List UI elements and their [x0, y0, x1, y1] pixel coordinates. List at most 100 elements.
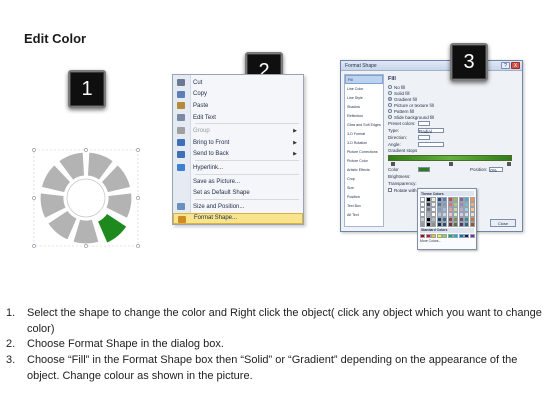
color-swatch[interactable] [420, 212, 425, 217]
close-icon[interactable]: X [511, 62, 520, 69]
color-swatch[interactable] [464, 212, 469, 217]
color-swatch[interactable] [425, 197, 431, 202]
nav-item-artistic-effects[interactable]: Artistic Effects [345, 165, 383, 174]
color-swatch[interactable] [469, 222, 475, 227]
nav-item-position[interactable]: Position [345, 192, 383, 201]
help-button[interactable]: ? [501, 62, 510, 69]
close-button[interactable]: Close [490, 219, 516, 227]
nav-item-crop[interactable]: Crop [345, 174, 383, 183]
color-swatch[interactable] [464, 202, 469, 207]
nav-item-shadow[interactable]: Shadow [345, 102, 383, 111]
color-picker-button[interactable] [418, 167, 430, 172]
menu-item-hyperlink[interactable]: Hyperlink... [173, 162, 303, 174]
color-swatch[interactable] [431, 207, 436, 212]
nav-item-text-box[interactable]: Text Box [345, 201, 383, 210]
color-swatch[interactable] [425, 212, 431, 217]
resize-handle[interactable] [136, 148, 140, 152]
resize-handle[interactable] [84, 244, 88, 248]
color-swatch[interactable] [469, 207, 475, 212]
color-swatch[interactable] [464, 207, 469, 212]
rotate-checkbox[interactable] [388, 188, 392, 192]
color-swatch[interactable] [436, 233, 442, 238]
color-swatch[interactable] [458, 222, 464, 227]
color-swatch[interactable] [420, 217, 425, 222]
nav-item-picture-corrections[interactable]: Picture Corrections [345, 147, 383, 156]
radio-button[interactable] [388, 109, 392, 113]
radio-button[interactable] [388, 97, 392, 101]
color-swatch[interactable] [431, 222, 436, 227]
color-swatch[interactable] [436, 222, 442, 227]
color-swatch[interactable] [458, 217, 464, 222]
menu-item-group[interactable]: Group ▶ [173, 125, 303, 137]
color-swatch[interactable] [469, 197, 475, 202]
radio-button[interactable] [388, 91, 392, 95]
menu-item-copy[interactable]: Copy [173, 89, 303, 101]
nav-item-picture-color[interactable]: Picture Color [345, 156, 383, 165]
color-swatch[interactable] [447, 197, 453, 202]
color-swatch[interactable] [469, 233, 475, 238]
color-swatch[interactable] [464, 197, 469, 202]
color-swatch[interactable] [464, 233, 469, 238]
color-swatch[interactable] [453, 217, 458, 222]
menu-item-edit-text[interactable]: Edit Text [173, 112, 303, 124]
radio-button[interactable] [388, 115, 392, 119]
nav-item-fill[interactable]: Fill [345, 75, 383, 84]
color-swatch[interactable] [420, 202, 425, 207]
resize-handle[interactable] [136, 244, 140, 248]
color-swatch[interactable] [420, 197, 425, 202]
menu-item-size-and-position[interactable]: Size and Position... [173, 201, 303, 213]
nav-item-reflection[interactable]: Reflection [345, 111, 383, 120]
color-swatch[interactable] [425, 233, 431, 238]
color-swatch[interactable] [420, 233, 425, 238]
resize-handle[interactable] [136, 196, 140, 200]
menu-item-paste[interactable]: Paste [173, 100, 303, 112]
resize-handle[interactable] [32, 148, 36, 152]
position-input[interactable]: 0% [489, 167, 504, 173]
nav-item-line-style[interactable]: Line Style [345, 93, 383, 102]
color-swatch[interactable] [420, 207, 425, 212]
resize-handle[interactable] [32, 196, 36, 200]
resize-handle[interactable] [84, 148, 88, 152]
direction-dropdown[interactable] [418, 135, 430, 140]
color-swatch[interactable] [436, 197, 442, 202]
nav-item-size[interactable]: Size [345, 183, 383, 192]
type-select[interactable]: Radial [418, 128, 444, 134]
color-swatch[interactable] [425, 207, 431, 212]
nav-item-3-d-format[interactable]: 3-D Format [345, 129, 383, 138]
color-swatch[interactable] [442, 202, 447, 207]
color-swatch[interactable] [469, 202, 475, 207]
gear-segment-selected[interactable] [96, 212, 128, 245]
menu-item-bring-to-front[interactable]: Bring to Front ▶ [173, 137, 303, 149]
gear-shape[interactable] [30, 148, 144, 248]
color-swatch[interactable] [420, 222, 425, 227]
menu-item-set-as-default-shape[interactable]: Set as Default Shape [173, 187, 303, 199]
color-swatch[interactable] [464, 217, 469, 222]
color-swatch[interactable] [447, 222, 453, 227]
color-swatch[interactable] [458, 212, 464, 217]
color-swatch[interactable] [425, 222, 431, 227]
color-swatch[interactable] [447, 233, 453, 238]
gear-diagram[interactable] [30, 148, 144, 248]
color-swatch[interactable] [442, 197, 447, 202]
gradient-stop[interactable] [507, 162, 511, 166]
color-swatch[interactable] [436, 207, 442, 212]
color-swatch[interactable] [436, 202, 442, 207]
color-swatch[interactable] [453, 212, 458, 217]
gradient-stop[interactable] [449, 162, 453, 166]
angle-input[interactable] [418, 142, 444, 147]
color-swatch[interactable] [425, 217, 431, 222]
color-swatch[interactable] [447, 217, 453, 222]
gradient-stops-bar[interactable] [388, 155, 512, 166]
radio-button[interactable] [388, 103, 392, 107]
color-swatch[interactable] [431, 217, 436, 222]
color-swatch[interactable] [458, 233, 464, 238]
color-swatch[interactable] [464, 222, 469, 227]
menu-item-format-shape[interactable]: Format Shape... [173, 212, 303, 225]
color-swatch[interactable] [436, 212, 442, 217]
more-colors-link[interactable]: More Colors... [420, 239, 474, 243]
radio-button[interactable] [388, 85, 392, 89]
gradient-stop[interactable] [391, 162, 395, 166]
preset-dropdown[interactable] [418, 121, 430, 126]
gear-segment[interactable] [72, 218, 100, 245]
menu-item-cut[interactable]: Cut [173, 77, 303, 89]
